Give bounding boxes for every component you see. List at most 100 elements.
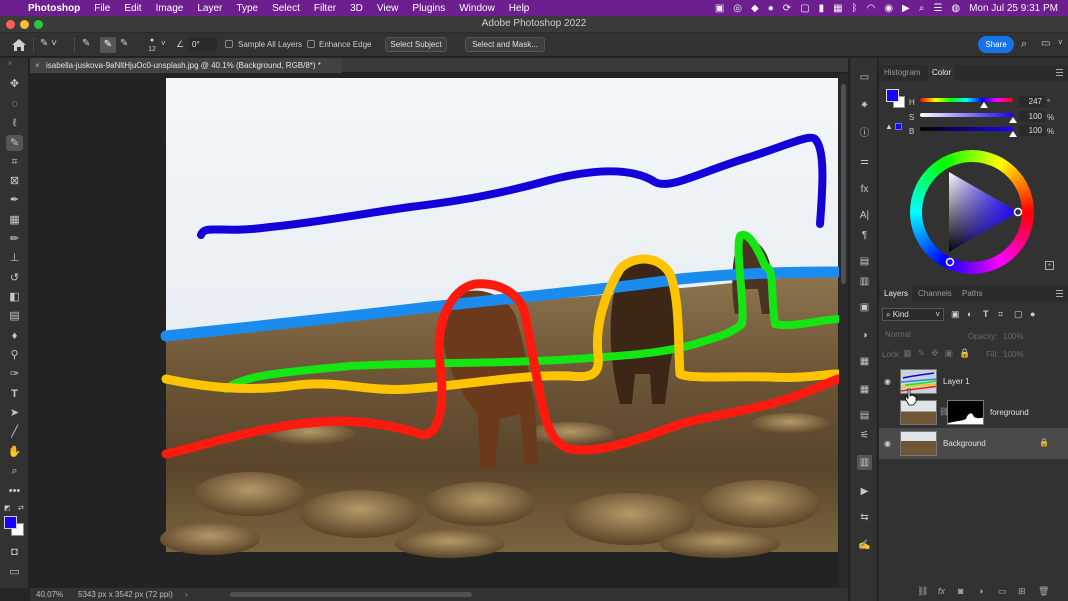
document-tab[interactable]: × isabella-juskova-9aNltHjuOc0-unsplash.… [30, 58, 342, 73]
channels-icon[interactable]: ▥ [857, 455, 872, 470]
blend-mode-select[interactable]: Normal [882, 330, 962, 342]
hue-slider-knob[interactable] [980, 102, 988, 108]
libraries-icon[interactable]: ▤ [857, 254, 872, 269]
brightness-slider[interactable] [920, 127, 1013, 131]
layer-mask-thumbnail[interactable] [947, 400, 984, 425]
home-icon[interactable] [11, 38, 27, 52]
screen-mode-icon[interactable]: ▭ [6, 564, 23, 580]
tab-color[interactable]: Color [928, 65, 956, 81]
bluetooth-icon[interactable]: ᛒ [852, 3, 858, 14]
new-layer-icon[interactable]: ⊞ [1018, 586, 1026, 597]
eraser-icon[interactable]: ◧ [6, 289, 23, 305]
new-group-icon[interactable]: ▭ [998, 586, 1007, 597]
wifi-icon[interactable]: ◠ [867, 3, 876, 14]
quick-selection-icon[interactable]: ✎ [6, 135, 23, 151]
menu-3d[interactable]: 3D [350, 3, 363, 14]
shape-filter-icon[interactable]: ⌗ [998, 309, 1003, 320]
frame-icon[interactable]: ⊠ [6, 173, 23, 189]
eyedropper-icon[interactable]: ✒ [6, 192, 23, 208]
color-panel-menu-icon[interactable] [1056, 69, 1063, 76]
menu-type[interactable]: Type [236, 3, 258, 14]
3d-icon[interactable]: ▣ [857, 300, 872, 315]
delete-layer-icon[interactable]: 🗑 [1038, 586, 1049, 597]
menu-window[interactable]: Window [459, 3, 495, 14]
color-wheel[interactable] [910, 150, 1034, 274]
paragraph-icon[interactable]: ¶ [857, 228, 872, 243]
default-colors-icon[interactable]: ◩ [4, 504, 11, 512]
add-to-selection-icon[interactable]: ✎ [100, 37, 116, 53]
stamp-icon[interactable]: ⊥ [6, 250, 23, 266]
subtract-from-selection-icon[interactable]: ✎ [120, 38, 134, 52]
zoom-icon[interactable]: ⌕ [6, 463, 23, 479]
history-icon[interactable]: ⇆ [857, 510, 872, 525]
status-chevron-icon[interactable]: › [185, 590, 188, 599]
s-value[interactable]: 100 [1019, 111, 1045, 122]
pen-icon[interactable]: ✑ [6, 366, 23, 382]
filter-toggle-icon[interactable]: ● [1030, 309, 1035, 319]
color-icon[interactable]: ◑ [857, 328, 872, 343]
select-subject-button[interactable]: Select Subject [385, 37, 447, 52]
new-adjustment-icon[interactable]: ◑ [978, 586, 983, 596]
layer-row-background[interactable]: ◉ Background 🔒 [879, 428, 1068, 459]
menu-plugins[interactable]: Plugins [412, 3, 445, 14]
quick-mask-icon[interactable]: ◘ [6, 544, 23, 560]
web-safe-color-chip[interactable] [895, 123, 902, 130]
styles-icon[interactable]: fx [857, 182, 872, 197]
layer-name[interactable]: foreground [990, 408, 1029, 417]
menu-image[interactable]: Image [156, 3, 184, 14]
foreground-color-chip[interactable] [886, 89, 899, 102]
path-selection-icon[interactable]: ➤ [6, 405, 23, 421]
more-icon[interactable]: ••• [6, 483, 23, 499]
camera-icon[interactable]: ▣ [715, 3, 724, 14]
search-icon[interactable]: ⌕ [1021, 38, 1027, 51]
saturation-slider[interactable] [920, 113, 1013, 117]
color-triangle[interactable] [910, 150, 1034, 274]
pixel-filter-icon[interactable]: ▣ [951, 309, 960, 320]
menu-help[interactable]: Help [509, 3, 530, 14]
swap-colors-icon[interactable]: ⇄ [18, 504, 24, 512]
properties-icon[interactable]: ⚟ [857, 428, 872, 443]
tab-layers[interactable]: Layers [880, 286, 913, 302]
workspace-icon[interactable]: ▭ [1041, 38, 1050, 49]
h-value[interactable]: 247 [1019, 96, 1045, 107]
menu-photoshop[interactable]: Photoshop [28, 3, 80, 14]
menu-view[interactable]: View [377, 3, 399, 14]
close-tab-icon[interactable]: × [35, 58, 40, 73]
document-canvas[interactable] [30, 74, 848, 588]
character-icon[interactable]: A| [857, 208, 872, 223]
gradient-icon[interactable]: ▤ [6, 308, 23, 324]
horizontal-scroll-thumb[interactable] [230, 592, 472, 597]
adjustments-icon[interactable]: ⚌ [857, 154, 872, 169]
collapse-tools-icon[interactable]: » [8, 60, 12, 67]
fill-value[interactable]: 100% [1003, 350, 1023, 359]
tab-paths[interactable]: Paths [958, 286, 986, 302]
bookmark-icon[interactable]: ▮ [819, 3, 825, 14]
gradients-icon[interactable]: ▤ [857, 408, 872, 423]
sync-icon[interactable]: ⟳ [783, 3, 791, 14]
adjustment-filter-icon[interactable]: ◐ [967, 309, 972, 319]
dodge-icon[interactable]: ⚲ [6, 347, 23, 363]
sample-all-layers-checkbox[interactable] [225, 40, 233, 48]
layer-filter-select[interactable]: ⌕ Kind ˅ [882, 308, 944, 321]
menu-extras-icon[interactable]: ● [768, 3, 774, 14]
brush-icon[interactable]: ✏ [6, 231, 23, 247]
patch-icon[interactable]: ▦ [6, 212, 23, 228]
vertical-scroll-thumb[interactable] [841, 84, 846, 284]
zoom-level[interactable]: 40.07% [36, 590, 63, 599]
layer-name[interactable]: Layer 1 [943, 377, 970, 386]
add-style-icon[interactable]: fx [938, 586, 945, 596]
move-icon[interactable]: ✥ [6, 76, 23, 92]
canvas-area[interactable] [30, 74, 848, 588]
add-swatch-icon[interactable]: + [1045, 261, 1054, 270]
type-icon[interactable]: T [6, 386, 23, 402]
type-filter-icon[interactable]: T [983, 309, 989, 319]
add-mask-icon[interactable]: ◙ [958, 586, 963, 596]
grid-icon[interactable]: ▦ [833, 3, 842, 14]
menu-filter[interactable]: Filter [314, 3, 336, 14]
layer-name[interactable]: Background [943, 439, 986, 448]
hue-slider[interactable] [920, 98, 1013, 102]
swatches-icon[interactable]: ▦ [857, 354, 872, 369]
menu-file[interactable]: File [94, 3, 110, 14]
saturation-slider-knob[interactable] [1009, 117, 1017, 123]
tab-channels[interactable]: Channels [914, 286, 956, 302]
